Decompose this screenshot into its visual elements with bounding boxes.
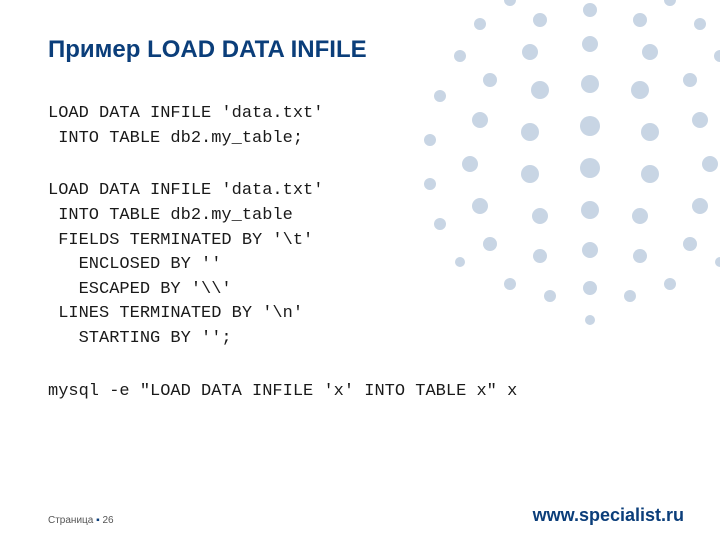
slide-title: Пример LOAD DATA INFILE xyxy=(48,36,672,64)
slide-content: Пример LOAD DATA INFILE LOAD DATA INFILE… xyxy=(0,0,720,404)
page-number-label: Страница ▪ 26 xyxy=(48,515,114,526)
site-url: www.specialist.ru xyxy=(533,505,684,526)
code-example-2: LOAD DATA INFILE 'data.txt' INTO TABLE d… xyxy=(48,179,672,351)
page-number: 26 xyxy=(102,515,113,526)
page-prefix: Страница xyxy=(48,515,93,526)
slide-footer: Страница ▪ 26 www.specialist.ru xyxy=(0,505,720,526)
bullet-icon: ▪ xyxy=(96,515,100,526)
code-example-3: mysql -e "LOAD DATA INFILE 'x' INTO TABL… xyxy=(48,380,672,405)
code-example-1: LOAD DATA INFILE 'data.txt' INTO TABLE d… xyxy=(48,102,672,151)
